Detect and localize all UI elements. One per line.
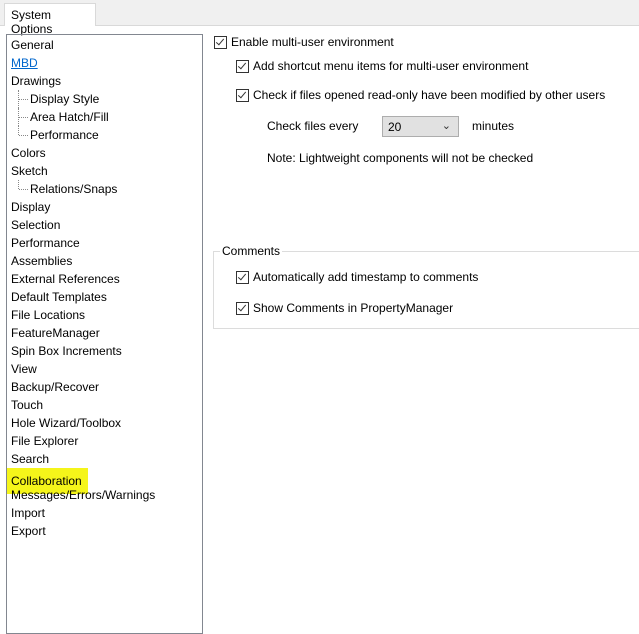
tree-item[interactable]: Performance xyxy=(7,126,202,144)
chevron-down-icon: ⌄ xyxy=(441,120,451,132)
timestamp-checkbox[interactable]: Automatically add timestamp to comments xyxy=(236,270,478,284)
tree-item[interactable]: Search xyxy=(7,450,202,468)
tree-item[interactable]: FeatureManager xyxy=(7,324,202,342)
minutes-label: minutes xyxy=(472,119,515,133)
add-shortcut-checkbox[interactable]: Add shortcut menu items for multi-user e… xyxy=(236,59,528,73)
tree-item-label: View xyxy=(11,362,37,376)
tree-item-label: External References xyxy=(11,272,120,286)
check-readonly-label: Check if files opened read-only have bee… xyxy=(253,88,606,102)
tree-item[interactable]: Messages/Errors/Warnings xyxy=(7,486,202,504)
tree-item[interactable]: Backup/Recover xyxy=(7,378,202,396)
add-shortcut-label: Add shortcut menu items for multi-user e… xyxy=(253,59,529,73)
tree-item-label: Display Style xyxy=(30,92,100,106)
tree-item-label: Export xyxy=(11,524,46,538)
tree-item[interactable]: Collaboration xyxy=(7,468,202,494)
tree-item[interactable]: Hole Wizard/Toolbox xyxy=(7,414,202,432)
tab-bar: System Options xyxy=(0,0,639,36)
tree-item[interactable]: View xyxy=(7,360,202,378)
check-interval-select[interactable]: 20 ⌄ xyxy=(382,116,459,137)
show-comments-label: Show Comments in PropertyManager xyxy=(253,301,454,315)
tree-item[interactable]: Default Templates xyxy=(7,288,202,306)
tree-item[interactable]: Import xyxy=(7,504,202,522)
tree-item[interactable]: External References xyxy=(7,270,202,288)
tree-item-label: Messages/Errors/Warnings xyxy=(11,488,156,502)
tab-system-options[interactable]: System Options xyxy=(4,3,96,36)
tree-item-label: Assemblies xyxy=(11,254,73,268)
tree-item-label: Default Templates xyxy=(11,290,107,304)
tree-item-label: Backup/Recover xyxy=(11,380,100,394)
tree-item-label: Sketch xyxy=(11,164,48,178)
tree-item-label: Hole Wizard/Toolbox xyxy=(11,416,122,430)
tree-item[interactable]: Sketch xyxy=(7,162,202,180)
tree-item[interactable]: Relations/Snaps xyxy=(7,180,202,198)
enable-multi-user-checkbox[interactable]: Enable multi-user environment xyxy=(214,35,394,49)
tree-item-label: MBD xyxy=(11,56,38,70)
tree-item-label: Spin Box Increments xyxy=(11,344,122,358)
tree-item-label: Performance xyxy=(11,236,80,250)
tree-item-label: File Explorer xyxy=(11,434,79,448)
check-interval-value: 20 xyxy=(388,120,402,134)
checkbox-checked-icon xyxy=(236,88,249,102)
tree-item[interactable]: Selection xyxy=(7,216,202,234)
tree-item-label: Drawings xyxy=(11,74,62,88)
tree-item-label: File Locations xyxy=(11,308,86,322)
check-readonly-checkbox[interactable]: Check if files opened read-only have bee… xyxy=(236,88,605,102)
tree-item-label: Relations/Snaps xyxy=(30,182,118,196)
tree-item[interactable]: Drawings xyxy=(7,72,202,90)
tree-item[interactable]: Export xyxy=(7,522,202,540)
tree-item[interactable]: Colors xyxy=(7,144,202,162)
checkbox-checked-icon xyxy=(214,35,227,49)
timestamp-label: Automatically add timestamp to comments xyxy=(253,270,479,284)
check-files-every-label: Check files every xyxy=(267,119,359,133)
tree-item-label: Display xyxy=(11,200,51,214)
tree-item-label: Colors xyxy=(11,146,46,160)
tree-item[interactable]: Assemblies xyxy=(7,252,202,270)
comments-group: Comments xyxy=(213,244,639,329)
comments-group-title: Comments xyxy=(220,244,283,258)
checkbox-checked-icon xyxy=(236,301,249,315)
checkbox-checked-icon xyxy=(236,270,249,284)
tree-item-label: Area Hatch/Fill xyxy=(30,110,109,124)
tree-item[interactable]: Touch xyxy=(7,396,202,414)
options-tree[interactable]: General MBD Drawings Display Style Area Hatc… xyxy=(6,34,203,634)
checkbox-checked-icon xyxy=(236,59,249,73)
tree-item[interactable]: Area Hatch/Fill xyxy=(7,108,202,126)
tree-item-label: Search xyxy=(11,452,50,466)
tree-item[interactable]: Display xyxy=(7,198,202,216)
tree-item[interactable]: Performance xyxy=(7,234,202,252)
lightweight-note: Note: Lightweight components will not be… xyxy=(267,151,534,165)
tree-item[interactable]: General xyxy=(7,36,202,54)
tree-item-label: Touch xyxy=(11,398,44,412)
tree-item[interactable]: Spin Box Increments xyxy=(7,342,202,360)
tree-item[interactable]: Display Style xyxy=(7,90,202,108)
tree-item-label: Selection xyxy=(11,218,61,232)
tree-item-label: Performance xyxy=(30,128,99,142)
tree-item-label: FeatureManager xyxy=(11,326,100,340)
tree-item[interactable]: File Locations xyxy=(7,306,202,324)
enable-multi-user-label: Enable multi-user environment xyxy=(231,35,394,49)
show-comments-checkbox[interactable]: Show Comments in PropertyManager xyxy=(236,301,453,315)
tree-item-label: Import xyxy=(11,506,46,520)
tree-item-label: General xyxy=(11,38,54,52)
tree-item[interactable]: File Explorer xyxy=(7,432,202,450)
tree-item[interactable]: MBD xyxy=(7,54,202,72)
